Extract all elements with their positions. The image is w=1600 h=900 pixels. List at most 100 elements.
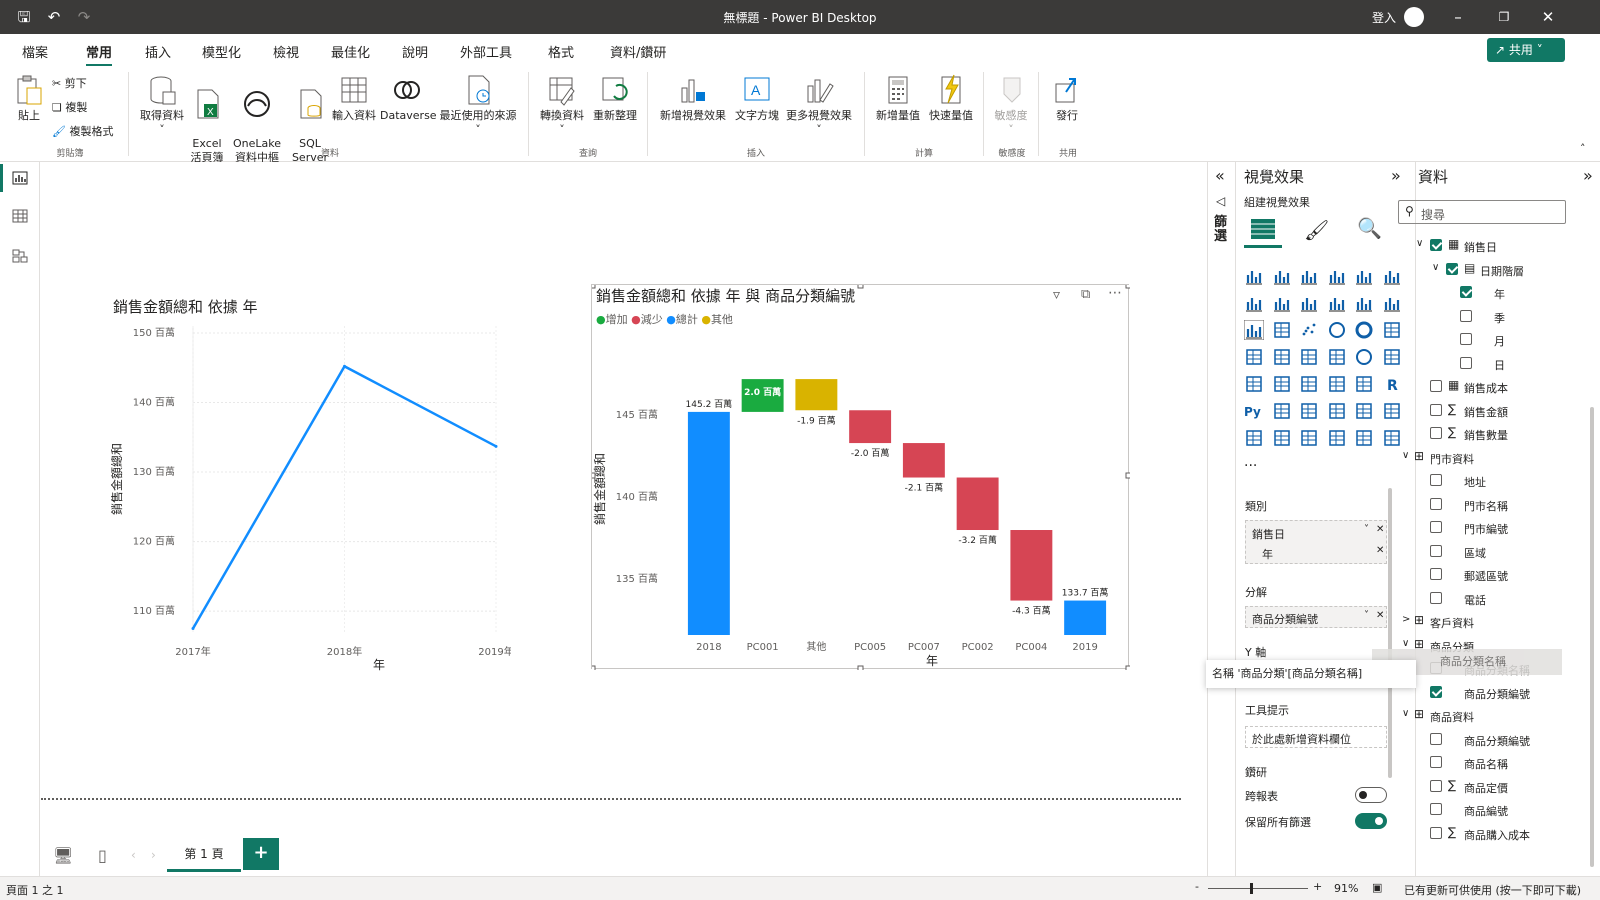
100-column-visual-icon[interactable] [1382,266,1402,286]
pie-visual-icon[interactable] [1327,320,1347,340]
field-item[interactable]: 商品分類編號 [1416,730,1586,750]
minimize-icon[interactable]: – [1448,7,1468,27]
model-view-icon[interactable] [12,248,28,264]
r-visual-visual-icon[interactable]: R [1382,374,1402,394]
tab-home[interactable]: 常用 [86,42,113,67]
text-box-button[interactable]: A 文字方塊 [732,74,782,123]
dataverse-button[interactable]: Dataverse [380,74,437,123]
prev-page-icon[interactable]: ‹ [131,848,136,862]
new-visual-button[interactable]: 新增視覺效果 [656,74,730,123]
azure-map-visual-icon[interactable] [1327,347,1347,367]
page-tab-1[interactable]: 第 1 頁 [167,838,241,872]
stacked-area-visual-icon[interactable] [1299,293,1319,313]
stacked-column-visual-icon[interactable] [1272,266,1292,286]
chevron-down-icon[interactable]: ˅ [1364,610,1369,621]
slicer-visual-icon[interactable] [1299,374,1319,394]
field-item[interactable]: ∨ ▦ 銷售日 [1416,236,1586,256]
recent-sources-button[interactable]: 最近使用的來源 ˅ [436,74,520,137]
search-box[interactable]: ⚲ 搜尋 [1398,200,1566,224]
field-checkbox[interactable] [1430,685,1442,698]
decomposition-tree-visual-icon[interactable] [1299,401,1319,421]
more-visuals-ellipsis[interactable]: ... [1244,454,1257,470]
field-checkbox[interactable] [1430,544,1442,557]
field-item[interactable]: 門市名稱 [1416,495,1586,515]
field-item[interactable]: 商品分類編號 [1416,683,1586,703]
scatter-visual-icon[interactable] [1299,320,1319,340]
add-page-button[interactable]: + [243,838,279,870]
report-view-icon[interactable] [12,170,28,186]
paste-button[interactable]: 貼上 [12,74,46,123]
trophy-visual-icon[interactable] [1382,401,1402,421]
card-visual-icon[interactable] [1382,347,1402,367]
transform-data-button[interactable]: 轉換資料 ˅ [536,74,588,137]
waterfall-visual-icon[interactable] [1244,320,1264,340]
field-item[interactable]: 郵遞區號 [1416,565,1586,585]
data-pane-scrollbar[interactable] [1590,407,1594,867]
sign-in-link[interactable]: 登入 [1372,9,1396,26]
paginated-visual-icon[interactable] [1244,428,1264,448]
diamond-visual-icon[interactable] [1354,428,1374,448]
field-checkbox[interactable] [1430,591,1442,604]
key-influencers-visual-icon[interactable] [1272,401,1292,421]
table-view-icon[interactable] [12,208,28,224]
desktop-layout-icon[interactable]: 🖥 [53,846,73,865]
category-well[interactable]: 銷售日 ˅ ✕ 年 ✕ [1245,520,1387,564]
field-checkbox[interactable] [1446,262,1458,275]
field-item[interactable]: 電話 [1416,589,1586,609]
excel-button[interactable]: X Excel 活頁簿 [187,74,227,165]
filled-map-visual-icon[interactable] [1272,347,1292,367]
table-node[interactable]: ∨ ⊞ 商品資料 [1402,706,1586,726]
clustered-bar-visual-icon[interactable] [1299,266,1319,286]
treemap-visual-icon[interactable] [1382,320,1402,340]
remove-subfield-icon[interactable]: ✕ [1376,545,1384,556]
qa-visual-icon[interactable] [1327,401,1347,421]
tab-data-drill[interactable]: 資料/鑽研 [610,42,666,61]
collapse-ribbon-icon[interactable]: ˄ [1580,142,1586,155]
avatar[interactable] [1404,7,1424,27]
enter-data-button[interactable]: 輸入資料 [330,74,378,123]
field-item[interactable]: 商品編號 [1416,800,1586,820]
field-checkbox[interactable] [1460,286,1472,298]
field-checkbox[interactable] [1430,756,1442,768]
line-clustered-column-visual-icon[interactable] [1354,293,1374,313]
field-checkbox[interactable] [1430,568,1442,580]
mobile-layout-icon[interactable]: ▯ [98,846,107,865]
chevron-down-icon[interactable]: ∨ [1402,450,1409,461]
zoom-slider[interactable] [1208,888,1308,889]
maximize-icon[interactable]: ❐ [1494,7,1514,27]
field-item[interactable]: 地址 [1416,471,1586,491]
field-checkbox[interactable] [1460,356,1472,369]
viz-pane-scrollbar[interactable] [1388,488,1392,778]
gauge-visual-icon[interactable] [1354,347,1374,367]
copy-button[interactable]: ❏ 複製 [52,96,113,120]
100-bar-visual-icon[interactable] [1354,266,1374,286]
field-checkbox[interactable] [1430,403,1442,416]
ribbon-visual-icon[interactable] [1382,293,1402,313]
field-checkbox[interactable] [1430,826,1442,839]
field-checkbox[interactable] [1430,521,1442,533]
clustered-column-visual-icon[interactable] [1327,266,1347,286]
table-visual-icon[interactable] [1327,374,1347,394]
filters-pane-collapsed[interactable]: « ◁ 篩選 [1207,162,1235,876]
power-automate-visual-icon[interactable] [1299,428,1319,448]
metrics-visual-icon[interactable] [1327,428,1347,448]
field-item[interactable]: ∨ ▤ 日期階層 [1416,260,1586,280]
new-measure-button[interactable]: 新增量值 [872,74,924,123]
refresh-button[interactable]: 重新整理 [590,74,640,123]
field-checkbox[interactable] [1430,779,1442,792]
chevron-down-icon[interactable]: ∨ [1402,638,1409,649]
field-checkbox[interactable] [1460,333,1472,345]
tab-view[interactable]: 檢視 [273,42,299,61]
remove-field-icon[interactable]: ✕ [1376,610,1384,621]
format-painter-button[interactable]: 🖌 複製格式 [52,120,113,144]
field-item[interactable]: ∑ 商品購入成本 [1416,824,1586,844]
more-visual-icon[interactable] [1382,428,1402,448]
field-item[interactable]: 日 [1416,354,1586,374]
power-apps-visual-icon[interactable] [1272,428,1292,448]
tab-modeling[interactable]: 模型化 [202,42,241,61]
field-checkbox[interactable] [1430,427,1442,439]
funnel-visual-icon[interactable] [1272,320,1292,340]
table-node[interactable]: ∨ ⊞ 門市資料 [1402,448,1586,468]
collapse-data-pane-icon[interactable]: » [1583,166,1593,185]
collapse-viz-pane-icon[interactable]: » [1391,166,1401,185]
